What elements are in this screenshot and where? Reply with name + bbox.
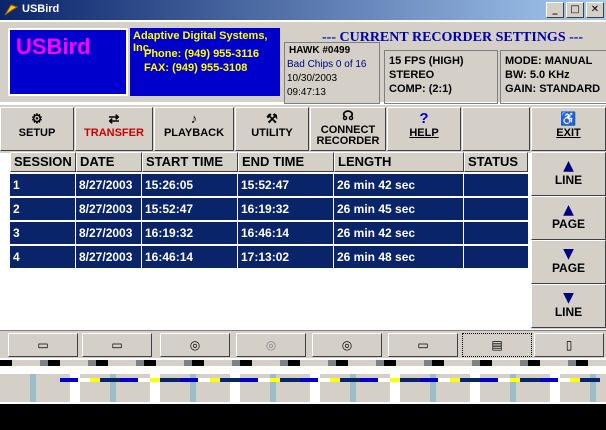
recorder-id: HAWK #0499	[289, 45, 351, 56]
phone-number: Phone: (949) 955-3116	[144, 48, 259, 60]
line-up-button[interactable]: ▲ LINE	[531, 152, 606, 196]
record-icon: ◎	[189, 338, 201, 352]
help-button[interactable]: ? HELP	[387, 107, 461, 151]
mode-setting: MODE: MANUAL	[505, 55, 593, 67]
bottom-button-4[interactable]: ◎	[236, 333, 306, 357]
bad-chips: Bad Chips 0 of 16	[287, 59, 367, 70]
arrow-down-icon: ▼	[563, 290, 574, 306]
running-man-icon: ♿	[560, 111, 577, 126]
recording-mode: MODE: MANUAL BW: 5.0 KHz GAIN: STANDARD	[500, 50, 606, 104]
table-row[interactable]: 1 8/27/2003 15:26:05 15:52:47 26 min 42 …	[10, 174, 528, 196]
toolbar: ⚙ SETUP ⇄ TRANSFER ♪ PLAYBACK ⚒ UTILITY …	[0, 104, 606, 153]
col-status[interactable]: STATUS	[464, 152, 528, 172]
record-icon: ◎	[341, 338, 353, 352]
recorder-time: 09:47:13	[287, 87, 326, 98]
bird-icon	[4, 4, 18, 16]
exit-button[interactable]: ♿ EXIT	[531, 107, 606, 151]
table-row[interactable]: 4 8/27/2003 16:46:14 17:13:02 26 min 48 …	[10, 246, 528, 268]
bottom-button-6[interactable]: ▭	[388, 333, 458, 357]
bottom-button-7[interactable]: ▤	[462, 333, 532, 357]
document-icon: ▤	[491, 338, 503, 352]
bottom-button-5[interactable]: ◎	[312, 333, 382, 357]
window-title: USBird	[22, 3, 60, 15]
wrench-icon: ⚒	[266, 111, 278, 126]
arrow-up-icon: ▲	[563, 202, 574, 218]
maximize-button[interactable]: □	[566, 2, 584, 18]
window-controls: _ □ ✕	[546, 2, 604, 18]
bottom-button-1[interactable]: ▭	[8, 333, 78, 357]
bandwidth-setting: BW: 5.0 KHz	[505, 69, 570, 81]
page-down-button[interactable]: ▼ PAGE	[531, 240, 606, 284]
recorder-info: HAWK #0499 Bad Chips 0 of 16 10/30/2003 …	[284, 42, 380, 104]
recorder-date: 10/30/2003	[287, 73, 338, 84]
brand-logo: USBird	[16, 34, 91, 59]
col-start-time[interactable]: START TIME	[142, 152, 238, 172]
arrow-down-icon: ▼	[563, 246, 574, 262]
compression-setting: COMP: (2:1)	[389, 83, 452, 95]
gain-setting: GAIN: STANDARD	[505, 83, 601, 95]
monitor-icon: ▭	[37, 338, 49, 352]
scroll-sidebar: ▲ LINE ▲ PAGE ▼ PAGE ▼ LINE	[531, 152, 606, 329]
recording-format: 15 FPS (HIGH) STEREO COMP: (2:1)	[384, 50, 498, 104]
arrow-up-icon: ▲	[563, 158, 574, 174]
bottom-button-3[interactable]: ◎	[160, 333, 230, 357]
bottom-toolbar: ▭ ▭ ◎ ◎ ◎ ▭ ▤ ▯	[0, 330, 606, 359]
playback-button[interactable]: ♪ PLAYBACK	[154, 107, 234, 151]
utility-button[interactable]: ⚒ UTILITY	[235, 107, 309, 151]
app-window: USBird _ □ ✕ USBird Adaptive Digital Sys…	[0, 0, 606, 430]
transfer-button[interactable]: ⇄ TRANSFER	[75, 107, 153, 151]
header-panel: USBird Adaptive Digital Systems, Inc. Ph…	[0, 22, 606, 104]
monitor-icon: ▭	[417, 338, 429, 352]
company-info: Adaptive Digital Systems, Inc. Phone: (9…	[130, 28, 280, 96]
fax-number: FAX: (949) 955-3108	[144, 62, 248, 74]
title-bar: USBird _ □ ✕	[0, 0, 606, 20]
setup-button[interactable]: ⚙ SETUP	[0, 107, 74, 151]
col-end-time[interactable]: END TIME	[238, 152, 334, 172]
corrupted-region	[0, 358, 606, 430]
gear-icon: ⚙	[31, 111, 43, 126]
bottom-button-8[interactable]: ▯	[534, 333, 604, 357]
session-table: SESSION DATE START TIME END TIME LENGTH …	[10, 152, 528, 327]
col-length[interactable]: LENGTH	[334, 152, 464, 172]
close-button[interactable]: ✕	[586, 2, 604, 18]
transfer-icon: ⇄	[108, 111, 120, 126]
document-icon: ▯	[565, 338, 573, 352]
bottom-button-2[interactable]: ▭	[82, 333, 152, 357]
connect-icon: ☊	[342, 108, 354, 123]
connect-recorder-button[interactable]: ☊ CONNECT RECORDER	[310, 107, 386, 151]
table-row[interactable]: 3 8/27/2003 16:19:32 16:46:14 26 min 42 …	[10, 222, 528, 244]
speaker-icon: ♪	[190, 111, 198, 126]
brand-box: USBird	[8, 28, 128, 96]
table-row[interactable]: 2 8/27/2003 15:52:47 16:19:32 26 min 45 …	[10, 198, 528, 220]
channel-setting: STEREO	[389, 69, 435, 81]
col-date[interactable]: DATE	[76, 152, 142, 172]
line-down-button[interactable]: ▼ LINE	[531, 284, 606, 328]
minimize-button[interactable]: _	[546, 2, 564, 18]
fps-setting: 15 FPS (HIGH)	[389, 55, 464, 67]
toolbar-spacer	[462, 107, 530, 151]
help-icon: ?	[419, 110, 429, 127]
page-up-button[interactable]: ▲ PAGE	[531, 196, 606, 240]
col-session[interactable]: SESSION	[10, 152, 76, 172]
record-icon: ◎	[265, 338, 277, 352]
monitor-icon: ▭	[111, 338, 123, 352]
